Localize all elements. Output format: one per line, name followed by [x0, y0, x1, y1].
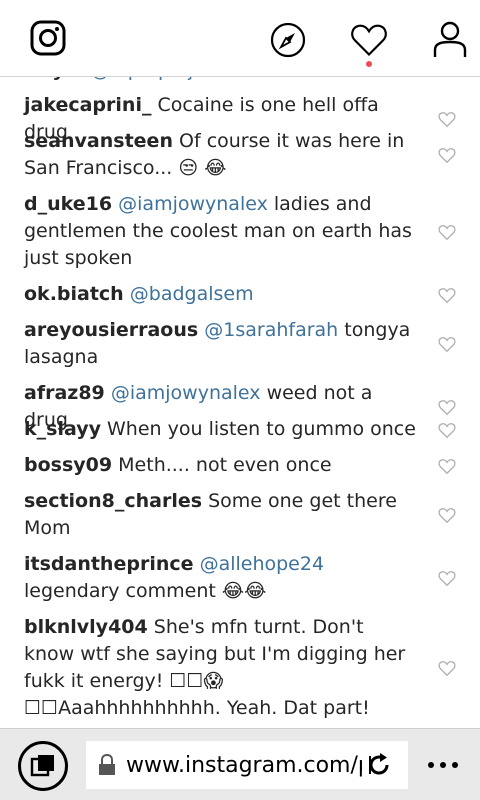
more-dot [440, 762, 446, 768]
comment-username[interactable]: itsdantheprince [24, 553, 194, 575]
more-icon[interactable] [428, 755, 458, 775]
comment-item: k_slayy When you listen to gummo once [24, 416, 480, 443]
comment-item: section8_charles Some one get there Mom [24, 488, 480, 542]
address-bar[interactable]: www.instagram.com/p/ [86, 741, 408, 789]
like-heart-icon[interactable] [436, 284, 458, 306]
comments-list: r...y... @...p...p...j... ...55555 jakec… [0, 0, 480, 728]
comment-username[interactable]: areyousierraous [24, 319, 198, 341]
url-text[interactable]: www.instagram.com/p/ [126, 753, 362, 778]
like-heart-icon[interactable] [436, 657, 458, 679]
comment-body: legendary comment 😂😂 [24, 580, 267, 602]
comment-item: areyousierraous @1sarahfarah tongya lasa… [24, 317, 480, 371]
comment-item: ok.biatch @badgalsem [24, 281, 480, 308]
profile-icon[interactable] [430, 18, 470, 60]
comment-username[interactable]: seanvansteen [24, 130, 173, 152]
like-heart-icon[interactable] [436, 419, 458, 441]
comment-mention[interactable]: @iamjowynalex [118, 193, 268, 215]
comment-username[interactable]: ok.biatch [24, 283, 124, 305]
like-heart-icon[interactable] [436, 504, 458, 526]
like-heart-icon[interactable] [436, 455, 458, 477]
comment-mention[interactable]: @allehope24 [200, 553, 324, 575]
comment-username[interactable]: afraz89 [24, 382, 105, 404]
comment-username[interactable]: section8_charles [24, 490, 202, 512]
compass-icon[interactable] [268, 20, 308, 60]
instagram-logo-icon[interactable] [28, 18, 68, 58]
comment-username[interactable]: jakecaprini_ [24, 94, 151, 116]
comment-mention[interactable]: @1sarahfarah [204, 319, 338, 341]
lock-icon [98, 754, 116, 776]
comment-item: bossy09 Meth.... not even once [24, 452, 480, 479]
like-heart-icon[interactable] [436, 221, 458, 243]
top-nav-bar [0, 0, 480, 77]
comment-body: When you listen to gummo once [107, 418, 416, 440]
like-heart-icon[interactable] [436, 144, 458, 166]
comment-mention[interactable]: @badgalsem [130, 283, 254, 305]
comment-username[interactable]: k_slayy [24, 418, 101, 440]
more-dot [452, 762, 458, 768]
like-heart-icon[interactable] [436, 567, 458, 589]
comment-item: itsdantheprince @allehope24 legendary co… [24, 551, 480, 605]
refresh-icon[interactable] [366, 752, 392, 778]
comment-mention[interactable]: @iamjowynalex [111, 382, 261, 404]
more-dot [428, 762, 434, 768]
like-heart-icon[interactable] [436, 396, 458, 418]
comment-item: d_uke16 @iamjowynalex ladies and gentlem… [24, 191, 480, 272]
tabs-icon[interactable] [18, 741, 68, 791]
comment-body: Meth.... not even once [118, 454, 332, 476]
comment-username[interactable]: bossy09 [24, 454, 112, 476]
like-heart-icon[interactable] [436, 108, 458, 130]
like-heart-icon[interactable] [436, 333, 458, 355]
comment-username[interactable]: blknlvly404 [24, 616, 148, 638]
notification-dot [366, 61, 372, 67]
comment-username[interactable]: d_uke16 [24, 193, 112, 215]
browser-toolbar: www.instagram.com/p/ [0, 728, 480, 800]
comment-item: seanvansteen Of course it was here in Sa… [24, 128, 480, 182]
heart-icon[interactable] [348, 18, 390, 60]
comment-item: blknlvly404 She's mfn turnt. Don't know … [24, 614, 480, 722]
